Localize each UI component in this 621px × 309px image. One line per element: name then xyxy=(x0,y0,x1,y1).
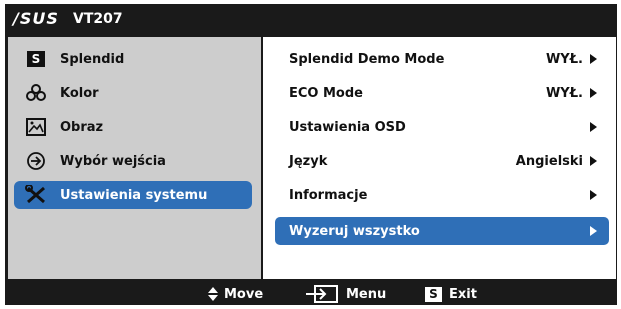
setting-value: WYŁ. xyxy=(545,85,583,101)
arrow-right-icon xyxy=(590,122,597,132)
arrow-right-icon xyxy=(590,226,597,236)
sidebar-item-obraz[interactable]: Obraz xyxy=(14,113,252,141)
sidebar-item-wybor-wejscia[interactable]: Wybór wejścia xyxy=(14,147,252,175)
updown-arrows-icon xyxy=(208,287,218,301)
arrow-right-icon xyxy=(590,190,597,200)
setting-value: WYŁ. xyxy=(545,51,583,67)
exit-label: Exit xyxy=(449,286,477,302)
move-label: Move xyxy=(224,286,264,302)
input-select-icon xyxy=(24,151,48,171)
tools-icon xyxy=(24,185,48,205)
arrow-right-icon xyxy=(590,156,597,166)
arrow-right-icon xyxy=(590,88,597,98)
menu-hint: Menu xyxy=(305,284,386,304)
sidebar-item-ustawienia-systemu[interactable]: Ustawienia systemu xyxy=(14,181,252,209)
title-bar: /SUS VT207 xyxy=(5,4,617,34)
move-hint: Move xyxy=(208,284,263,304)
sidebar-item-kolor[interactable]: Kolor xyxy=(14,79,252,107)
sidebar: S Splendid Kolor Obraz Wybór wejścia Ust… xyxy=(8,37,261,279)
footer-bar: Move Menu S Exit xyxy=(5,282,617,305)
sidebar-item-splendid[interactable]: S Splendid xyxy=(14,45,252,73)
exit-hint: S Exit xyxy=(425,284,477,304)
setting-value: Angielski xyxy=(515,153,583,169)
setting-label: Splendid Demo Mode xyxy=(289,51,445,67)
settings-panel: Splendid Demo Mode WYŁ. ECO Mode WYŁ. Us… xyxy=(263,37,616,279)
setting-label: Język xyxy=(289,153,328,169)
arrow-right-icon xyxy=(590,54,597,64)
s-key-icon: S xyxy=(425,286,442,302)
model-name: VT207 xyxy=(73,11,123,27)
sidebar-item-label: Kolor xyxy=(60,85,99,101)
asus-logo: /SUS xyxy=(13,9,59,28)
setting-informacje[interactable]: Informacje xyxy=(275,181,609,209)
setting-label: Informacje xyxy=(289,187,368,203)
setting-label: Ustawienia OSD xyxy=(289,119,406,135)
setting-jezyk[interactable]: Język Angielski xyxy=(275,147,609,175)
setting-wyzeruj-wszystko[interactable]: Wyzeruj wszystko xyxy=(275,217,609,245)
image-icon xyxy=(24,117,48,137)
enter-key-icon xyxy=(305,285,339,303)
color-icon xyxy=(24,83,48,103)
menu-label: Menu xyxy=(346,286,387,302)
sidebar-item-label: Wybór wejścia xyxy=(60,153,166,169)
splendid-s-icon: S xyxy=(24,49,48,69)
osd-menu: /SUS VT207 S Splendid Kolor Obraz Wybór xyxy=(5,4,617,305)
setting-label: ECO Mode xyxy=(289,85,363,101)
setting-label: Wyzeruj wszystko xyxy=(289,223,420,239)
setting-splendid-demo-mode[interactable]: Splendid Demo Mode WYŁ. xyxy=(275,45,609,73)
setting-ustawienia-osd[interactable]: Ustawienia OSD xyxy=(275,113,609,141)
setting-eco-mode[interactable]: ECO Mode WYŁ. xyxy=(275,79,609,107)
sidebar-item-label: Obraz xyxy=(60,119,104,135)
sidebar-item-label: Splendid xyxy=(60,51,125,67)
sidebar-item-label: Ustawienia systemu xyxy=(60,187,208,203)
